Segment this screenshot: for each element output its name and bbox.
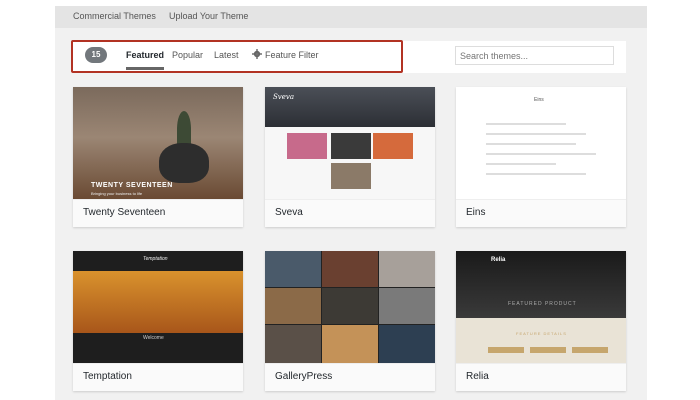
theme-card-sveva[interactable]: Sveva Sveva xyxy=(265,87,435,227)
shot-photo xyxy=(265,251,321,287)
shot-subtitle: FEATURED PRODUCT xyxy=(508,301,577,307)
shot-photo xyxy=(322,288,378,324)
theme-screenshot: Relia FEATURED PRODUCT FEATURE DETAILS xyxy=(456,251,626,363)
tab-commercial-themes[interactable]: Commercial Themes xyxy=(73,11,156,21)
shot-hero xyxy=(73,271,243,333)
theme-screenshot: Eins xyxy=(456,87,626,199)
theme-screenshot xyxy=(265,251,435,363)
theme-name: Sveva xyxy=(265,199,435,227)
shot-title: Temptation xyxy=(143,256,168,262)
shot-title: Eins xyxy=(534,97,544,103)
shot-subtitle-2: FEATURE DETAILS xyxy=(516,331,567,336)
shot-line xyxy=(486,133,586,135)
shot-box xyxy=(572,347,608,353)
shot-photo xyxy=(379,251,435,287)
shot-logo: Relia xyxy=(491,257,506,263)
shot-line xyxy=(486,123,566,125)
theme-name: Temptation xyxy=(73,363,243,391)
shot-line xyxy=(486,173,586,175)
theme-name: Twenty Seventeen xyxy=(73,199,243,227)
highlight-box xyxy=(71,40,403,73)
tab-upload-your-theme[interactable]: Upload Your Theme xyxy=(169,11,248,21)
shot-box xyxy=(488,347,524,353)
shot-line xyxy=(486,143,576,145)
theme-card-eins[interactable]: Eins Eins xyxy=(456,87,626,227)
shot-title: TWENTY SEVENTEEN xyxy=(91,182,173,189)
theme-name: Eins xyxy=(456,199,626,227)
shot-line xyxy=(486,163,556,165)
theme-card-temptation[interactable]: Temptation Welcome Temptation xyxy=(73,251,243,391)
theme-card-gallerypress[interactable]: GalleryPress xyxy=(265,251,435,391)
theme-screenshot: Sveva xyxy=(265,87,435,199)
shot-line xyxy=(486,153,596,155)
shot-photo xyxy=(379,288,435,324)
shot-tile xyxy=(331,163,371,189)
shot-photo xyxy=(265,288,321,324)
shot-box xyxy=(530,347,566,353)
shot-logo: Sveva xyxy=(273,93,295,101)
theme-screenshot: Temptation Welcome xyxy=(73,251,243,363)
shot-subtitle: Welcome xyxy=(143,335,164,341)
shot-tile xyxy=(287,133,327,159)
plant-leaf xyxy=(177,111,191,147)
shot-tile xyxy=(373,133,413,159)
shot-subtitle: Bringing your business to life xyxy=(91,191,143,196)
theme-name: GalleryPress xyxy=(265,363,435,391)
theme-name: Relia xyxy=(456,363,626,391)
shot-photo xyxy=(265,325,321,363)
top-tab-bar: Commercial Themes Upload Your Theme xyxy=(55,6,647,28)
theme-card-relia[interactable]: Relia FEATURED PRODUCT FEATURE DETAILS R… xyxy=(456,251,626,391)
shot-photo xyxy=(322,325,378,363)
shot-photo xyxy=(379,325,435,363)
shot-tile xyxy=(331,133,371,159)
theme-screenshot: TWENTY SEVENTEEN Bringing your business … xyxy=(73,87,243,199)
theme-card-twenty-seventeen[interactable]: TWENTY SEVENTEEN Bringing your business … xyxy=(73,87,243,227)
shot-photo xyxy=(322,251,378,287)
plant-pot xyxy=(159,143,209,183)
search-themes-input[interactable] xyxy=(455,46,614,65)
